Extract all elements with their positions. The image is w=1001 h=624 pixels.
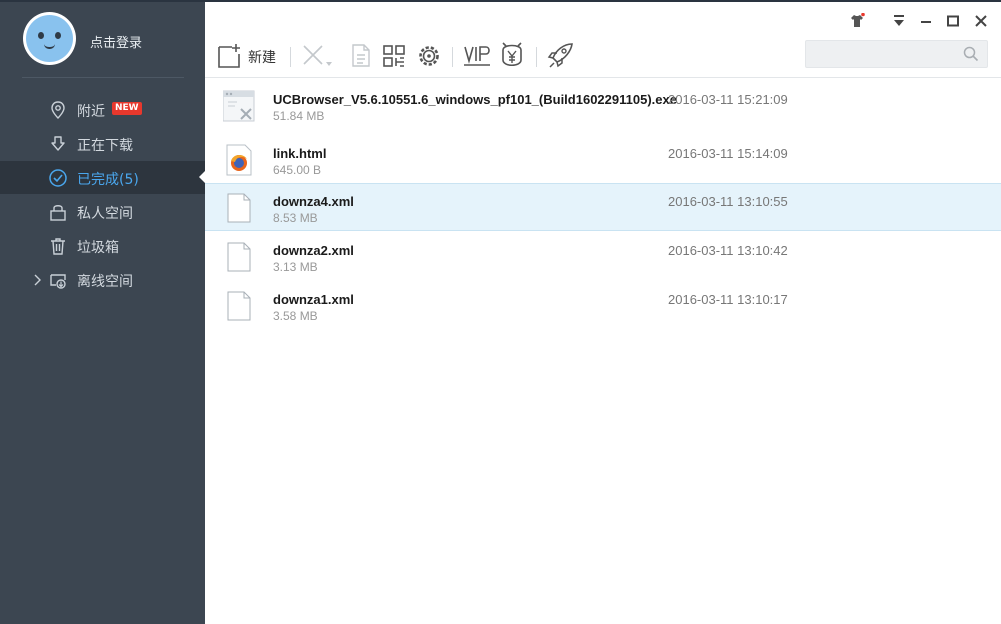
- document-file-icon: [227, 242, 251, 272]
- delete-icon: [303, 45, 332, 66]
- rocket-icon: [547, 43, 573, 68]
- file-size: 645.00 B: [273, 163, 322, 177]
- maximize-icon[interactable]: [945, 13, 961, 29]
- sidebar-item-downloading[interactable]: 正在下载: [0, 127, 205, 160]
- new-button-label[interactable]: 新建: [248, 47, 276, 67]
- file-date: 2016-03-11 15:14:09: [668, 146, 788, 161]
- file-row[interactable]: UCBrowser_V5.6.10551.6_windows_pf101_(Bu…: [205, 82, 1001, 130]
- download-arrow-icon: [51, 136, 65, 151]
- details-icon: [352, 44, 370, 67]
- file-row[interactable]: downza1.xml 3.58 MB 2016-03-11 13:10:17: [205, 282, 1001, 330]
- sidebar-item-label: 已完成(5): [77, 172, 139, 188]
- file-name: downza2.xml: [273, 243, 354, 258]
- chevron-right-icon[interactable]: [33, 274, 41, 286]
- details-button[interactable]: [349, 40, 373, 70]
- vip-icon: [464, 46, 490, 66]
- avatar[interactable]: [23, 12, 76, 65]
- minimize-icon[interactable]: [918, 13, 934, 29]
- profile-divider: [22, 77, 184, 78]
- sidebar: 点击登录 附近 NEW 正在下载 已完成(5) 私人空间 垃圾箱 离线空间: [0, 2, 205, 624]
- lock-icon: [50, 205, 66, 221]
- sidebar-item-label: 私人空间: [77, 206, 133, 222]
- search-icon[interactable]: [963, 46, 979, 62]
- vip-button[interactable]: [462, 40, 492, 70]
- firefox-html-icon: [226, 144, 252, 176]
- avatar-face-icon: [26, 15, 73, 62]
- sidebar-item-label: 垃圾箱: [77, 240, 119, 256]
- document-file-icon: [227, 291, 251, 321]
- file-size: 8.53 MB: [273, 211, 318, 225]
- document-file-icon: [227, 193, 251, 223]
- sidebar-item-trash[interactable]: 垃圾箱: [0, 229, 205, 262]
- yen-button[interactable]: [499, 40, 525, 70]
- sidebar-item-label: 附近: [77, 104, 105, 120]
- delete-button[interactable]: [301, 40, 335, 70]
- toolbar-divider: [452, 47, 453, 67]
- file-size: 3.58 MB: [273, 309, 318, 323]
- file-row[interactable]: downza2.xml 3.13 MB 2016-03-11 13:10:42: [205, 233, 1001, 281]
- accelerate-button[interactable]: [546, 40, 574, 70]
- sidebar-item-label: 正在下载: [77, 138, 133, 154]
- file-date: 2016-03-11 15:21:09: [668, 92, 788, 107]
- new-badge: NEW: [112, 102, 142, 115]
- file-name: downza4.xml: [273, 194, 354, 209]
- file-size: 51.84 MB: [273, 109, 325, 123]
- profile-area: 点击登录: [0, 2, 205, 78]
- settings-cog-icon: [419, 46, 439, 66]
- cloud-download-icon: [50, 274, 66, 289]
- toolbar: 新建: [205, 2, 1001, 78]
- exe-file-icon: [223, 90, 255, 122]
- search-box: [805, 40, 988, 68]
- menu-dropdown-icon[interactable]: [891, 13, 907, 29]
- qr-code-button[interactable]: [382, 40, 408, 70]
- app-window: 点击登录 附近 NEW 正在下载 已完成(5) 私人空间 垃圾箱 离线空间 新建…: [0, 0, 1001, 624]
- search-input[interactable]: [812, 45, 962, 63]
- file-date: 2016-03-11 13:10:17: [668, 292, 788, 307]
- sidebar-item-nearby[interactable]: 附近 NEW: [0, 93, 205, 126]
- file-date: 2016-03-11 13:10:42: [668, 243, 788, 258]
- sidebar-item-completed[interactable]: 已完成(5): [0, 161, 205, 194]
- sidebar-item-offline-space[interactable]: 离线空间: [0, 263, 205, 296]
- file-name: downza1.xml: [273, 292, 354, 307]
- sidebar-item-label: 离线空间: [77, 274, 133, 290]
- qr-code-icon: [383, 45, 405, 67]
- skin-icon[interactable]: [849, 13, 865, 29]
- file-date: 2016-03-11 13:10:55: [668, 194, 788, 209]
- new-file-icon: [218, 44, 240, 68]
- toolbar-divider: [536, 47, 537, 67]
- yen-icon: [502, 42, 522, 67]
- sidebar-item-private-space[interactable]: 私人空间: [0, 195, 205, 228]
- toolbar-divider: [290, 47, 291, 67]
- check-circle-icon: [49, 169, 67, 187]
- close-icon[interactable]: [973, 13, 989, 29]
- file-row[interactable]: link.html 645.00 B 2016-03-11 15:14:09: [205, 136, 1001, 184]
- file-size: 3.13 MB: [273, 260, 318, 274]
- trash-icon: [51, 238, 65, 255]
- settings-button[interactable]: [416, 40, 442, 70]
- login-link[interactable]: 点击登录: [90, 32, 142, 51]
- file-list: UCBrowser_V5.6.10551.6_windows_pf101_(Bu…: [205, 78, 1001, 624]
- file-name: UCBrowser_V5.6.10551.6_windows_pf101_(Bu…: [273, 92, 677, 107]
- file-name: link.html: [273, 146, 327, 161]
- file-row[interactable]: downza4.xml 8.53 MB 2016-03-11 13:10:55: [205, 183, 1001, 231]
- location-pin-icon: [51, 101, 65, 119]
